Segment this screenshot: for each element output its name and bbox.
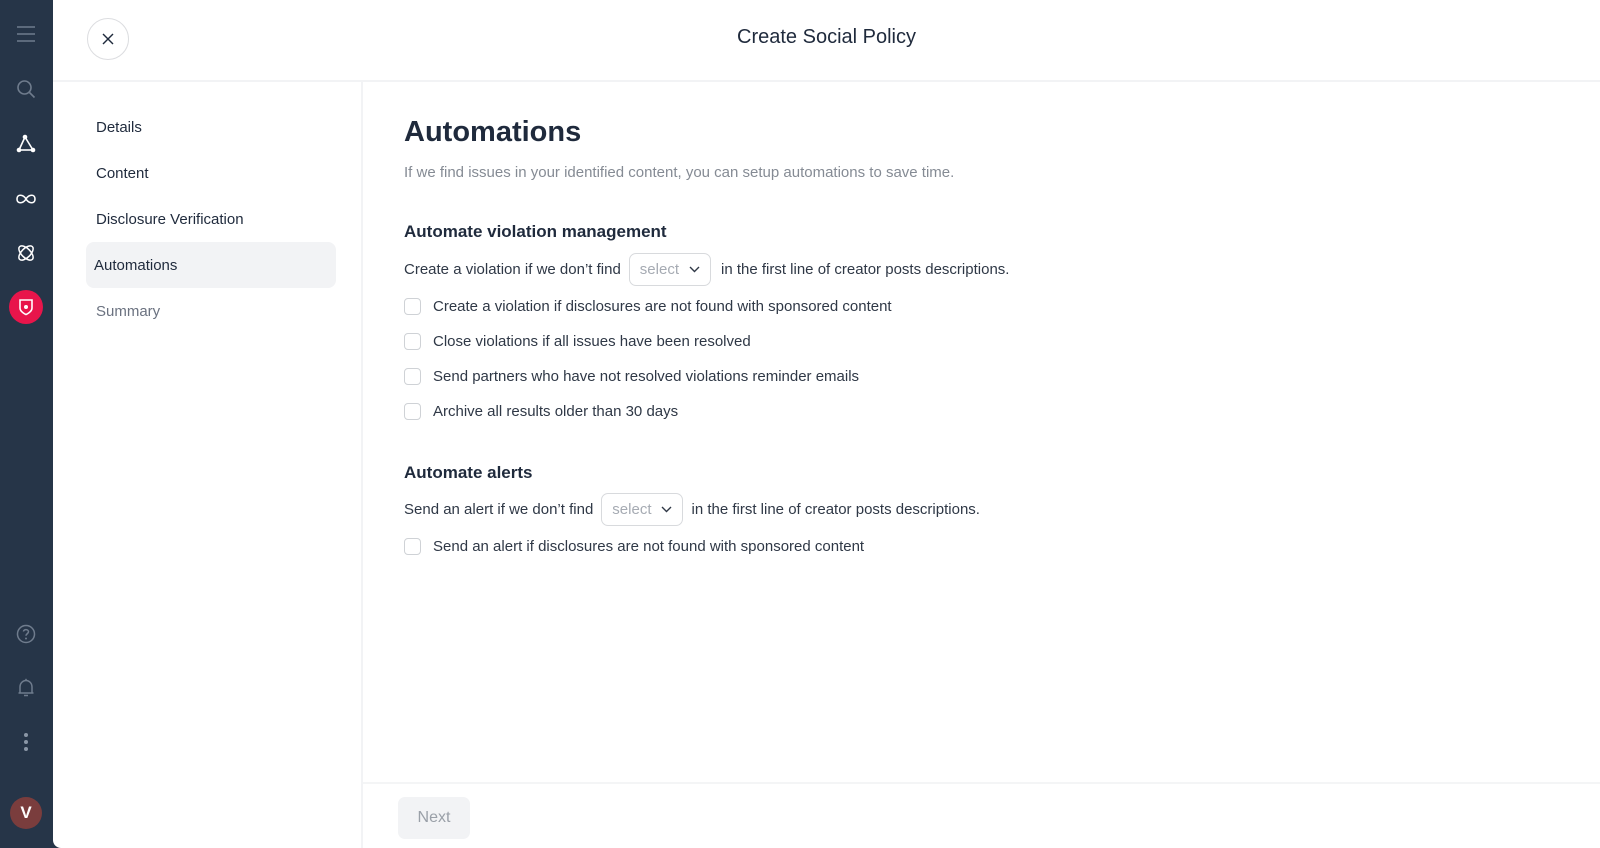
next-button[interactable]: Next [398, 797, 470, 839]
user-avatar-button[interactable]: V [0, 793, 52, 833]
section-subtitle: If we find issues in your identified con… [404, 164, 955, 181]
section-title: Automations [404, 116, 582, 148]
step-summary[interactable]: Summary [86, 288, 336, 334]
atom-icon[interactable] [0, 233, 52, 273]
select-placeholder: select [612, 501, 652, 518]
help-icon[interactable] [0, 614, 52, 654]
more-vertical-icon[interactable] [0, 722, 52, 762]
step-automations[interactable]: Automations [86, 242, 336, 288]
bell-icon[interactable] [0, 668, 52, 708]
checkbox-label[interactable]: Close violations if all issues have been… [433, 333, 751, 350]
violation-rule-suffix: in the first line of creator posts descr… [720, 261, 1010, 278]
checkbox-row[interactable]: Close violations if all issues have been… [404, 333, 751, 350]
violation-disclosure-select[interactable]: select [628, 253, 711, 286]
checkbox-label[interactable]: Send partners who have not resolved viol… [433, 368, 859, 385]
checkbox-label[interactable]: Archive all results older than 30 days [433, 403, 678, 420]
alert-rule-suffix: in the first line of creator posts descr… [691, 501, 980, 518]
checkbox-row[interactable]: Send partners who have not resolved viol… [404, 368, 859, 385]
checkbox[interactable] [404, 403, 421, 420]
step-content[interactable]: Content [86, 150, 336, 196]
checkbox-label[interactable]: Send an alert if disclosures are not fou… [433, 538, 864, 555]
checkbox-row[interactable]: Create a violation if disclosures are no… [404, 298, 892, 315]
footer-bar: Next [363, 782, 1600, 848]
chevron-down-icon [661, 506, 672, 513]
checkbox[interactable] [404, 298, 421, 315]
alert-disclosure-select[interactable]: select [601, 493, 684, 526]
avatar: V [10, 797, 42, 829]
checkbox-row[interactable]: Archive all results older than 30 days [404, 403, 678, 420]
alert-rule-row: Send an alert if we don’t find select in… [404, 493, 980, 526]
checkbox-label[interactable]: Create a violation if disclosures are no… [433, 298, 892, 315]
step-disclosure-verification[interactable]: Disclosure Verification [86, 196, 336, 242]
violation-heading: Automate violation management [404, 222, 667, 241]
menu-icon[interactable] [0, 14, 52, 54]
violation-rule-row: Create a violation if we don’t find sele… [404, 253, 1009, 286]
chevron-down-icon [689, 266, 700, 273]
infinity-icon[interactable] [0, 179, 52, 219]
violation-rule-prefix: Create a violation if we don’t find [404, 261, 621, 278]
create-policy-panel: Create Social Policy Details Content Dis… [53, 0, 1600, 848]
header-bar: Create Social Policy [53, 0, 1600, 82]
shield-nav-item[interactable] [0, 287, 52, 327]
checkbox[interactable] [404, 538, 421, 555]
page-title: Create Social Policy [737, 26, 916, 48]
search-icon[interactable] [0, 69, 52, 109]
select-placeholder: select [639, 261, 679, 278]
alerts-heading: Automate alerts [404, 463, 533, 482]
alert-rule-prefix: Send an alert if we don’t find [404, 501, 594, 518]
shield-icon [9, 290, 43, 324]
checkbox-row[interactable]: Send an alert if disclosures are not fou… [404, 538, 864, 555]
step-details[interactable]: Details [86, 104, 336, 150]
checkbox[interactable] [404, 368, 421, 385]
nav-rail: V [0, 0, 52, 848]
step-navigation: Details Content Disclosure Verification … [53, 82, 363, 848]
checkbox[interactable] [404, 333, 421, 350]
network-icon[interactable] [0, 124, 52, 164]
